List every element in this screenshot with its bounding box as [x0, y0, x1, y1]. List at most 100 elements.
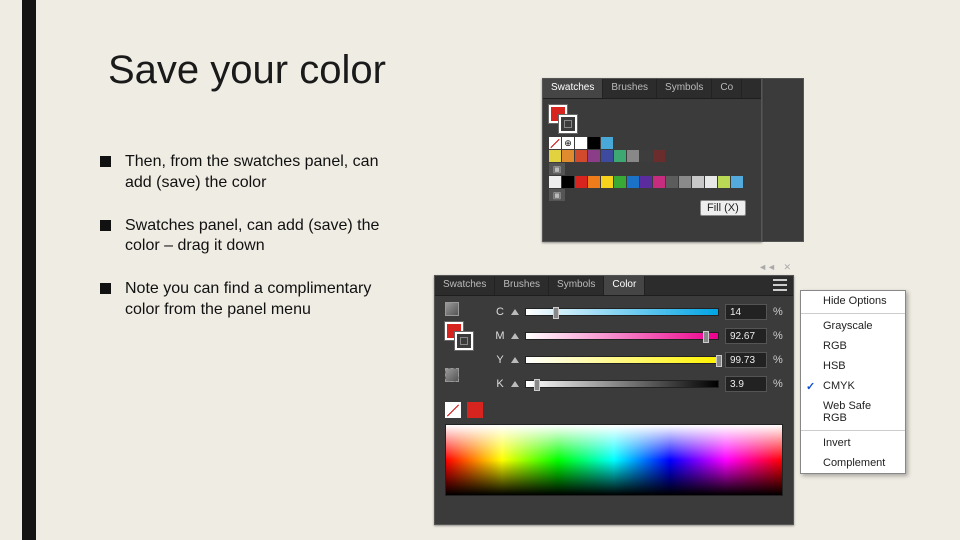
color-swatch[interactable] [549, 176, 561, 188]
stroke-chip[interactable] [455, 332, 473, 350]
stroke-chip[interactable] [559, 115, 577, 133]
fill-tooltip: Fill (X) [700, 200, 746, 216]
swatch-row [549, 176, 755, 188]
menu-item-hide-options[interactable]: Hide Options [801, 291, 905, 311]
channel-value[interactable]: 3.9 [725, 376, 767, 392]
panel-menu-icon[interactable] [773, 279, 787, 291]
menu-item-hsb[interactable]: HSB [801, 356, 905, 376]
color-swatch[interactable] [666, 176, 678, 188]
bullet-item: Then, from the swatches panel, can add (… [100, 152, 390, 194]
color-swatch[interactable] [653, 176, 665, 188]
tab-co[interactable]: Co [712, 79, 742, 98]
slider-track[interactable] [525, 332, 719, 340]
color-swatch[interactable] [549, 150, 561, 162]
menu-separator [801, 313, 905, 314]
tab-symbols[interactable]: Symbols [657, 79, 712, 98]
color-swatch[interactable] [614, 150, 626, 162]
bullet-marker [100, 220, 111, 231]
color-swatch[interactable] [588, 176, 600, 188]
color-swatch[interactable] [601, 150, 613, 162]
none-swatch[interactable] [549, 137, 561, 149]
menu-item-invert[interactable]: Invert [801, 433, 905, 453]
color-swatch[interactable] [627, 176, 639, 188]
color-swatch[interactable] [653, 150, 665, 162]
tab-brushes[interactable]: Brushes [603, 79, 657, 98]
slider-knob[interactable] [553, 307, 559, 319]
slider-y: Y99.73% [495, 352, 783, 368]
swatch-group-icon[interactable]: ▣ [549, 189, 565, 201]
last-color-swatch[interactable] [467, 402, 483, 418]
color-swatch[interactable] [575, 150, 587, 162]
color-swatch[interactable] [627, 150, 639, 162]
slide-title: Save your color [108, 48, 386, 93]
swatch-grid: ⊕ ▣ ▣ [549, 137, 755, 201]
percent-label: % [773, 330, 783, 342]
slider-m: M 92.67% [495, 328, 783, 344]
bullet-text: Note you can find a complimentary color … [125, 279, 390, 321]
slider-knob[interactable] [534, 379, 540, 391]
color-swatch[interactable] [588, 150, 600, 162]
channel-value[interactable]: 92.67 [725, 328, 767, 344]
fill-stroke-indicator[interactable] [445, 322, 473, 350]
color-swatch[interactable] [718, 176, 730, 188]
cmyk-sliders: C14%M92.67%Y99.73%K3.9% [495, 302, 783, 392]
color-swatch[interactable] [562, 176, 574, 188]
channel-label: K [495, 378, 505, 390]
color-swatch[interactable] [614, 176, 626, 188]
color-swatch[interactable] [640, 176, 652, 188]
percent-label: % [773, 306, 783, 318]
slider-c: C 14% [495, 304, 783, 320]
swatch-row: ▣ [549, 163, 755, 175]
color-swatch[interactable] [640, 150, 652, 162]
menu-item-complement[interactable]: Complement [801, 453, 905, 473]
panel-collapse-controls[interactable]: ◄◄ ✕ [758, 262, 791, 273]
tab-swatches[interactable]: Swatches [435, 276, 495, 295]
slide-accent-bar [22, 0, 36, 540]
tab-color[interactable]: Color [604, 276, 645, 295]
cube-icon[interactable] [445, 368, 459, 382]
color-swatch[interactable] [562, 150, 574, 162]
slider-arrow-icon [511, 309, 519, 315]
none-swatch[interactable] [445, 402, 461, 418]
menu-separator [801, 430, 905, 431]
color-panel-flyout-menu: Hide Options GrayscaleRGBHSBCMYKWeb Safe … [800, 290, 906, 474]
registration-swatch[interactable]: ⊕ [562, 137, 574, 149]
color-swatch[interactable] [575, 176, 587, 188]
cube-icon[interactable] [445, 302, 459, 316]
channel-value[interactable]: 99.73 [725, 352, 767, 368]
tab-symbols[interactable]: Symbols [549, 276, 604, 295]
swatch-group-icon[interactable]: ▣ [549, 163, 565, 175]
slider-track[interactable] [525, 380, 719, 388]
menu-item-web-safe-rgb[interactable]: Web Safe RGB [801, 396, 905, 428]
color-panel: ◄◄ ✕ SwatchesBrushesSymbolsColor C14%M92… [434, 275, 794, 525]
channel-label: M [495, 330, 505, 342]
slider-track[interactable] [525, 356, 719, 364]
color-swatch[interactable] [731, 176, 743, 188]
color-swatch[interactable] [679, 176, 691, 188]
fill-stroke-indicator[interactable] [549, 105, 577, 133]
color-swatch[interactable] [692, 176, 704, 188]
channel-value[interactable]: 14 [725, 304, 767, 320]
slider-knob[interactable] [716, 355, 722, 367]
panel-dock-strip [762, 78, 804, 242]
menu-item-rgb[interactable]: RGB [801, 336, 905, 356]
slider-arrow-icon [511, 357, 519, 363]
tab-brushes[interactable]: Brushes [495, 276, 549, 295]
swatch-row [549, 150, 755, 162]
color-spectrum[interactable] [445, 424, 783, 496]
percent-label: % [773, 354, 783, 366]
color-swatch[interactable] [588, 137, 600, 149]
color-swatch[interactable] [601, 176, 613, 188]
slider-knob[interactable] [703, 331, 709, 343]
slider-arrow-icon [511, 333, 519, 339]
menu-item-grayscale[interactable]: Grayscale [801, 316, 905, 336]
color-swatch[interactable] [601, 137, 613, 149]
channel-label: C [495, 306, 505, 318]
tab-swatches[interactable]: Swatches [543, 79, 603, 98]
menu-item-cmyk[interactable]: CMYK [801, 376, 905, 396]
color-swatch[interactable] [575, 137, 587, 149]
slider-track[interactable] [525, 308, 719, 316]
swatch-row: ⊕ [549, 137, 755, 149]
color-panel-left-tools [445, 302, 481, 392]
color-swatch[interactable] [705, 176, 717, 188]
